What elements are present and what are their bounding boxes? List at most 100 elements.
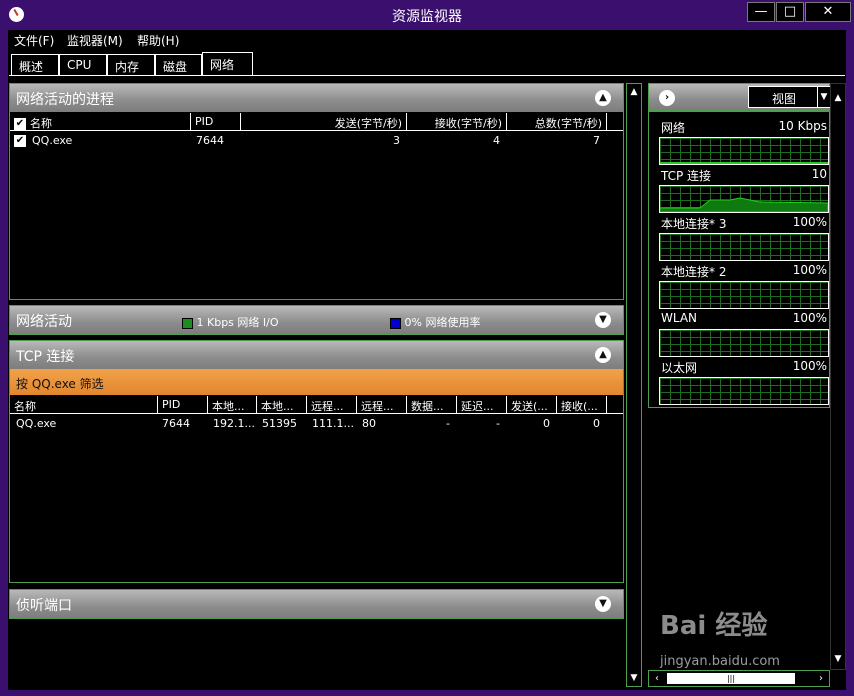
network-usage-legend: 0% 网络使用率 <box>390 314 480 330</box>
tcp-panel-header[interactable]: TCP 连接 ▲ <box>10 341 623 369</box>
scroll-left-icon[interactable]: ‹ <box>649 671 665 686</box>
scroll-down-icon[interactable]: ▼ <box>831 651 845 667</box>
minimize-button[interactable]: — <box>747 2 775 22</box>
scroll-thumb[interactable]: ||| <box>667 673 795 684</box>
process-name: QQ.exe <box>32 134 73 147</box>
processes-panel: 网络活动的进程 ▲ ✔ 名称 PID 发送(字节/秒) 接收(字节/秒) 总数(字… <box>9 83 624 300</box>
tcp-col-name[interactable]: 名称 <box>10 396 158 414</box>
graph-tcp-value: 10 <box>811 167 827 181</box>
process-total: 7 <box>593 134 600 147</box>
tcp-send: 0 <box>543 417 550 430</box>
scroll-up-icon[interactable]: ▲ <box>831 90 845 106</box>
tcp-local-addr: 192.1... <box>213 417 255 430</box>
graph-wlan-value: 100% <box>792 311 827 325</box>
collapse-up-icon[interactable]: ▲ <box>595 347 611 363</box>
row-checkbox-cell[interactable]: ✔ <box>14 134 30 147</box>
scroll-up-icon[interactable]: ▲ <box>627 84 641 100</box>
col-recv-header[interactable]: 接收(字节/秒) <box>407 113 507 131</box>
col-pid-header[interactable]: PID <box>191 113 241 131</box>
tcp-panel-title: TCP 连接 <box>16 349 75 365</box>
processes-column-header: ✔ 名称 PID 发送(字节/秒) 接收(字节/秒) 总数(字节/秒) <box>10 112 623 131</box>
window-title: 资源监视器 <box>392 9 462 25</box>
tab-disk[interactable]: 磁盘 <box>155 54 202 76</box>
col-send-header[interactable]: 发送(字节/秒) <box>241 113 407 131</box>
tab-overview[interactable]: 概述 <box>11 54 59 76</box>
row-checkbox[interactable]: ✔ <box>14 135 26 147</box>
tcp-col-packet-loss[interactable]: 数据... <box>407 396 457 414</box>
network-io-swatch <box>182 317 193 329</box>
tcp-col-remote-port[interactable]: 远程... <box>357 396 407 414</box>
col-total-header[interactable]: 总数(字节/秒) <box>507 113 607 131</box>
graph-network-value: 10 Kbps <box>778 119 827 133</box>
tcp-col-latency[interactable]: 延迟... <box>457 396 507 414</box>
processes-panel-header[interactable]: 网络活动的进程 ▲ <box>10 84 623 112</box>
tcp-col-pid[interactable]: PID <box>158 396 208 414</box>
col-name-header[interactable]: ✔ 名称 <box>10 113 191 131</box>
tab-cpu[interactable]: CPU <box>59 54 107 76</box>
filter-bar[interactable]: 按 QQ.exe 筛选 <box>10 369 623 395</box>
menu-help[interactable]: 帮助(H) <box>137 32 179 49</box>
tcp-col-local-addr[interactable]: 本地... <box>208 396 257 414</box>
processes-panel-title: 网络活动的进程 <box>16 92 114 108</box>
tcp-column-header: 名称 PID 本地... 本地... 远程... 远程... 数据... 延迟.… <box>10 395 623 414</box>
graph-tcp-label: TCP 连接 <box>661 169 712 183</box>
graph-tcp <box>659 185 829 213</box>
close-button[interactable]: ✕ <box>805 2 851 22</box>
tcp-col-recv[interactable]: 接收(... <box>557 396 607 414</box>
scroll-down-icon[interactable]: ▼ <box>627 670 641 686</box>
listening-ports-panel: 侦听端口 ▼ <box>9 589 624 619</box>
baidu-watermark-logo: Bai 经验 <box>660 611 768 641</box>
right-vertical-scrollbar[interactable]: ▲ ▼ <box>830 83 846 670</box>
process-send: 3 <box>393 134 400 147</box>
tcp-packet-loss: - <box>446 417 450 430</box>
network-activity-header[interactable]: 网络活动 1 Kbps 网络 I/O 0% 网络使用率 ▼ <box>10 306 623 334</box>
tcp-latency: - <box>496 417 500 430</box>
select-all-checkbox[interactable]: ✔ <box>14 118 26 130</box>
listening-ports-title: 侦听端口 <box>16 598 72 614</box>
graph-local2 <box>659 281 829 309</box>
graph-wlan <box>659 329 829 357</box>
tab-network[interactable]: 网络 <box>202 52 253 75</box>
process-recv: 4 <box>493 134 500 147</box>
graph-tcp-area <box>660 197 828 212</box>
menu-file[interactable]: 文件(F) <box>14 32 54 49</box>
tcp-remote-port: 80 <box>362 417 376 430</box>
baidu-watermark-url: jingyan.baidu.com <box>660 654 780 669</box>
tcp-remote-addr: 111.1... <box>312 417 354 430</box>
view-dropdown[interactable]: 视图 <box>748 86 820 108</box>
tab-memory[interactable]: 内存 <box>107 54 155 76</box>
right-pane-header: › 视图 <box>648 83 830 111</box>
tcp-pid: 7644 <box>162 417 190 430</box>
expand-down-icon[interactable]: ▼ <box>595 312 611 328</box>
right-horizontal-scrollbar[interactable]: ‹ ||| › <box>648 670 830 687</box>
chevron-down-icon[interactable]: ▼ <box>817 86 831 108</box>
network-activity-panel: 网络活动 1 Kbps 网络 I/O 0% 网络使用率 ▼ <box>9 305 624 335</box>
network-io-legend: 1 Kbps 网络 I/O <box>182 314 279 330</box>
menu-monitor[interactable]: 监视器(M) <box>67 32 123 49</box>
scroll-right-icon[interactable]: › <box>813 671 829 686</box>
tcp-col-local-port[interactable]: 本地... <box>257 396 307 414</box>
graph-local3 <box>659 233 829 261</box>
process-pid: 7644 <box>196 134 224 147</box>
graph-network-line <box>660 162 828 164</box>
main-vertical-scrollbar[interactable]: ▲ ▼ <box>626 83 642 687</box>
table-row[interactable]: ✔ QQ.exe 7644 3 4 7 <box>10 131 623 149</box>
graph-ethernet-label: 以太网 <box>661 361 698 375</box>
tcp-connections-panel: TCP 连接 ▲ 按 QQ.exe 筛选 名称 PID 本地... 本地... … <box>9 340 624 583</box>
graph-local2-label: 本地连接* 2 <box>661 265 727 279</box>
graph-network <box>659 137 829 165</box>
tcp-col-send[interactable]: 发送(... <box>507 396 557 414</box>
listening-ports-header[interactable]: 侦听端口 ▼ <box>10 590 623 618</box>
graph-ethernet-value: 100% <box>792 359 827 373</box>
collapse-up-icon[interactable]: ▲ <box>595 90 611 106</box>
tcp-col-remote-addr[interactable]: 远程... <box>307 396 357 414</box>
network-activity-title: 网络活动 <box>16 314 72 330</box>
maximize-button[interactable]: □ <box>776 2 804 22</box>
chevron-right-icon[interactable]: › <box>659 90 675 106</box>
network-usage-swatch <box>390 317 401 329</box>
tcp-recv: 0 <box>593 417 600 430</box>
table-row[interactable]: QQ.exe 7644 192.1... 51395 111.1... 80 -… <box>10 414 623 432</box>
expand-down-icon[interactable]: ▼ <box>595 596 611 612</box>
tabs-divider <box>9 75 845 76</box>
graph-wlan-label: WLAN <box>661 311 698 325</box>
